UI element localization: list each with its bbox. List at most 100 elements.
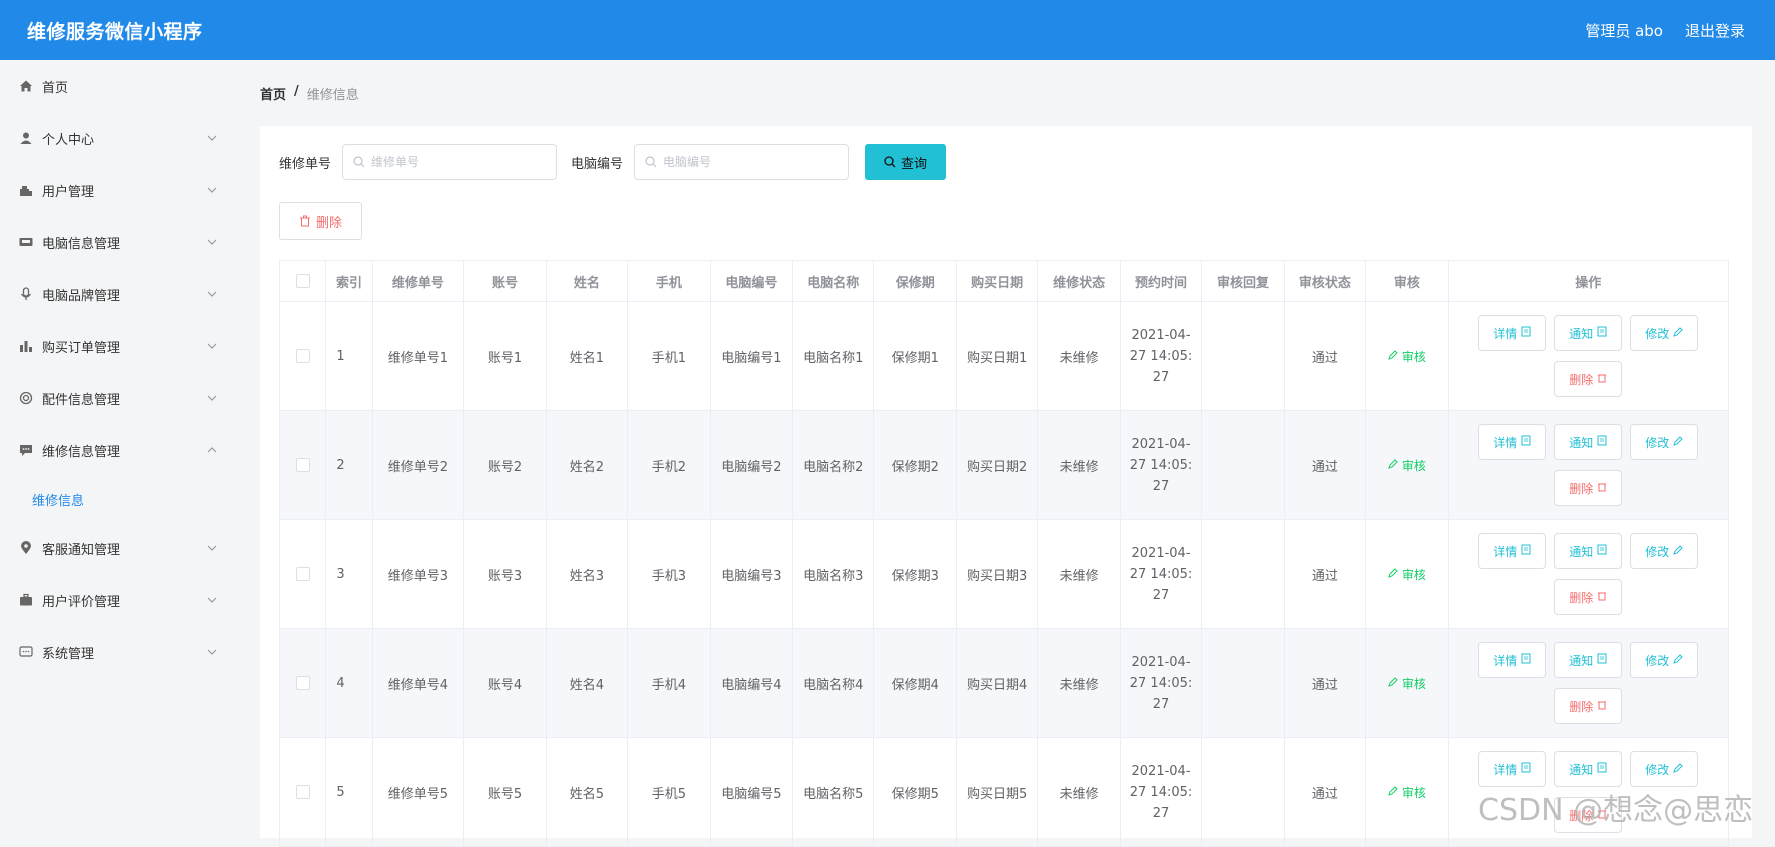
sidebar-item-6[interactable]: 配件信息管理 xyxy=(0,372,240,424)
column-header: 手机 xyxy=(627,260,711,302)
table-row[interactable]: 4 维修单号4 账号4 姓名4 手机4 电脑编号4 电脑名称4 保修期4 购买日期4 未维修 202… xyxy=(278,628,1730,738)
query-button[interactable]: 查询 xyxy=(865,144,947,180)
cell-warranty: 保修期2 xyxy=(873,410,957,520)
detail-button[interactable]: 详情 xyxy=(1478,751,1547,787)
cell-account: 账号1 xyxy=(463,301,547,411)
top-header: 维修服务微信小程序 管理员 abo 退出登录 xyxy=(0,0,1775,60)
ops-group: 详情 通知 修改 删除 xyxy=(1449,642,1728,724)
notify-button[interactable]: 通知 xyxy=(1554,533,1623,569)
row-checkbox-cell xyxy=(278,737,327,847)
cell-index: 1 xyxy=(325,301,373,411)
edit-button[interactable]: 修改 xyxy=(1630,642,1699,678)
cell-warranty: 保修期4 xyxy=(873,628,957,738)
cell-repair-status: 未维修 xyxy=(1037,628,1121,738)
sidebar-item-8[interactable]: 客服通知管理 xyxy=(0,522,240,574)
cell-pc-name: 电脑名称3 xyxy=(792,519,875,629)
cell-phone: 手机1 xyxy=(627,301,711,411)
computer-number-input[interactable] xyxy=(663,155,844,169)
microphone-icon xyxy=(18,287,33,302)
sidebar-item-label: 首页 xyxy=(42,80,69,96)
admin-label[interactable]: 管理员 abo xyxy=(1585,20,1663,41)
audit-link[interactable]: 审核 xyxy=(1388,348,1426,365)
delete-button[interactable]: 删除 xyxy=(1554,470,1623,506)
batch-delete-button[interactable]: 删除 xyxy=(279,202,362,240)
sidebar-item-9[interactable]: 用户评价管理 xyxy=(0,574,240,626)
detail-button[interactable]: 详情 xyxy=(1478,642,1547,678)
chevron-down-icon xyxy=(206,184,218,196)
cell-buy-date: 购买日期3 xyxy=(955,519,1039,629)
notify-button[interactable]: 通知 xyxy=(1554,315,1623,351)
cell-repair-status: 未维修 xyxy=(1037,519,1121,629)
notify-button[interactable]: 通知 xyxy=(1554,424,1623,460)
trash-icon xyxy=(1597,372,1607,386)
cell-order: 维修单号4 xyxy=(371,628,465,738)
sidebar-item-0[interactable]: 首页 xyxy=(0,60,240,112)
cell-name: 姓名3 xyxy=(545,519,629,629)
audit-link[interactable]: 审核 xyxy=(1388,457,1426,474)
delete-button[interactable]: 删除 xyxy=(1554,688,1623,724)
cell-audit-status: 通过 xyxy=(1283,737,1367,847)
edit-button[interactable]: 修改 xyxy=(1630,751,1699,787)
edit-icon xyxy=(1673,544,1683,558)
cell-audit: 审核 xyxy=(1365,519,1449,629)
column-header: 预约时间 xyxy=(1119,260,1203,302)
edit-button[interactable]: 修改 xyxy=(1630,315,1699,351)
sidebar-item-7[interactable]: 维修信息管理 xyxy=(0,424,240,476)
cell-repair-status: 未维修 xyxy=(1037,410,1121,520)
detail-button[interactable]: 详情 xyxy=(1478,533,1547,569)
audit-link[interactable]: 审核 xyxy=(1388,784,1426,801)
cell-account: 账号3 xyxy=(463,519,547,629)
delete-button[interactable]: 删除 xyxy=(1554,579,1623,615)
sidebar-item-2[interactable]: 用户管理 xyxy=(0,164,240,216)
table-row[interactable]: 3 维修单号3 账号3 姓名3 手机3 电脑编号3 电脑名称3 保修期3 购买日期3 未维修 202… xyxy=(278,519,1730,629)
row-checkbox[interactable] xyxy=(295,785,310,799)
cell-buy-date: 购买日期5 xyxy=(955,737,1039,847)
notify-button[interactable]: 通知 xyxy=(1554,751,1623,787)
sidebar-item-10[interactable]: 系统管理 xyxy=(0,626,240,678)
cell-name: 姓名5 xyxy=(545,737,629,847)
computer-number-search[interactable] xyxy=(634,144,850,180)
cell-appointment-time: 2021-04- 27 14:05: 27 xyxy=(1119,737,1203,847)
row-checkbox[interactable] xyxy=(295,458,310,472)
chevron-up-icon xyxy=(206,444,218,456)
edit-button[interactable]: 修改 xyxy=(1630,533,1699,569)
document-icon xyxy=(1597,435,1607,449)
cell-reply xyxy=(1201,737,1285,847)
edit-button[interactable]: 修改 xyxy=(1630,424,1699,460)
notify-button[interactable]: 通知 xyxy=(1554,642,1623,678)
row-checkbox[interactable] xyxy=(295,676,310,690)
cell-pc-name: 电脑名称2 xyxy=(792,410,875,520)
submenu-item-repair-info[interactable]: 维修信息 xyxy=(0,476,240,522)
cell-order: 维修单号2 xyxy=(371,410,465,520)
row-checkbox[interactable] xyxy=(295,349,310,363)
cell-name: 姓名2 xyxy=(545,410,629,520)
time-line: 27 14:05: xyxy=(1129,566,1193,582)
sidebar-item-1[interactable]: 个人中心 xyxy=(0,112,240,164)
row-checkbox-cell xyxy=(278,628,327,738)
order-number-search[interactable] xyxy=(342,144,558,180)
cell-order: 维修单号1 xyxy=(371,301,465,411)
breadcrumb-home[interactable]: 首页 xyxy=(260,84,286,103)
document-icon xyxy=(1597,762,1607,776)
row-checkbox[interactable] xyxy=(295,567,310,581)
audit-link[interactable]: 审核 xyxy=(1388,675,1426,692)
column-header: 电脑名称 xyxy=(792,260,875,302)
column-header: 姓名 xyxy=(545,260,629,302)
sidebar-item-3[interactable]: 电脑信息管理 xyxy=(0,216,240,268)
cell-operations: 详情 通知 修改 删除 xyxy=(1447,301,1730,411)
table-row[interactable]: 1 维修单号1 账号1 姓名1 手机1 电脑编号1 电脑名称1 保修期1 购买日期1 未维修 202… xyxy=(278,301,1730,411)
sidebar-item-5[interactable]: 购买订单管理 xyxy=(0,320,240,372)
sidebar-item-4[interactable]: 电脑品牌管理 xyxy=(0,268,240,320)
detail-button[interactable]: 详情 xyxy=(1478,315,1547,351)
cell-audit-status: 通过 xyxy=(1283,410,1367,520)
chevron-down-icon xyxy=(206,646,218,658)
select-all-checkbox[interactable] xyxy=(295,274,310,288)
audit-link[interactable]: 审核 xyxy=(1388,566,1426,583)
delete-button[interactable]: 删除 xyxy=(1554,361,1623,397)
cell-pc-no: 电脑编号3 xyxy=(709,519,794,629)
detail-button[interactable]: 详情 xyxy=(1478,424,1547,460)
cell-account: 账号2 xyxy=(463,410,547,520)
table-row[interactable]: 2 维修单号2 账号2 姓名2 手机2 电脑编号2 电脑名称2 保修期2 购买日期2 未维修 202… xyxy=(278,410,1730,520)
order-number-input[interactable] xyxy=(371,155,552,169)
logout-link[interactable]: 退出登录 xyxy=(1685,20,1745,41)
